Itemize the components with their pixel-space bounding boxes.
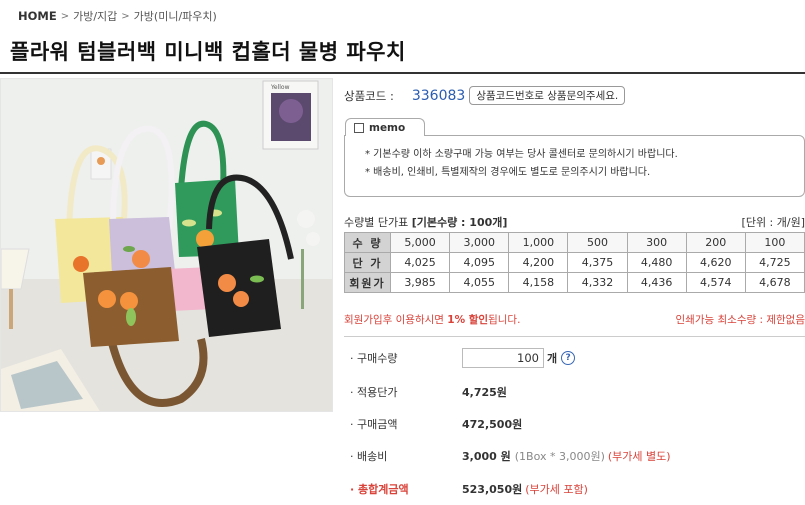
table-cell: 100: [744, 232, 805, 253]
memo-line: * 기본수량 이하 소량구매 가능 여부는 당사 콜센터로 문의하시기 바랍니다…: [365, 149, 678, 160]
member-discount-suffix: 됩니다.: [488, 314, 521, 326]
product-photo: Yellow: [1, 79, 332, 411]
breadcrumb-subcategory[interactable]: 가방(미니/파우치): [134, 8, 217, 24]
table-cell: 4,158: [508, 272, 569, 293]
table-cell: 4,574: [685, 272, 746, 293]
product-image: Yellow: [0, 78, 333, 412]
frame-card-text: Yellow: [270, 84, 290, 91]
memo-line: * 배송비, 인쇄비, 특별제작의 경우에도 별도로 문의주시기 바랍니다.: [365, 167, 651, 178]
memo-tab: memo: [345, 118, 425, 136]
table-cell: 4,436: [626, 272, 687, 293]
chevron-right-icon: >: [60, 10, 70, 22]
table-cell: 4,480: [626, 252, 687, 273]
shipping-detail: (1Box * 3,000원): [514, 450, 605, 463]
table-cell: 300: [626, 232, 687, 253]
total-label: · 총합계금액: [350, 483, 409, 496]
shipping-label: · 배송비: [350, 450, 388, 463]
memo-tab-label: memo: [369, 121, 406, 134]
memo-icon: [354, 122, 364, 133]
product-code-row: 상품코드 : 336083 상품코드번호로 상품문의주세요.: [344, 86, 626, 105]
shipping-vat-note: (부가세 별도): [607, 450, 671, 463]
table-cell: 4,725: [744, 252, 805, 273]
price-table-header: 수량별 단가표 [기본수량 : 100개] [단위 : 개/원]: [344, 214, 805, 230]
unit-price-label: · 적용단가: [350, 386, 398, 399]
total-vat-note: (부가세 포함): [525, 483, 588, 496]
quantity-input[interactable]: [462, 348, 544, 368]
row-header: 회원가: [344, 272, 391, 293]
chevron-right-icon: >: [121, 10, 130, 22]
table-cell: 4,095: [449, 252, 510, 273]
amount-row: · 구매금액 472,500원: [344, 416, 805, 432]
member-discount-prefix: 회원가입후 이용하시면: [344, 314, 448, 326]
price-table: 수 량 5,000 3,000 1,000 500 300 200 100 단 …: [344, 232, 805, 293]
price-table-title: 수량별 단가표 [기본수량 : 100개]: [344, 214, 507, 230]
table-cell: 4,375: [567, 252, 628, 273]
table-cell: 500: [567, 232, 628, 253]
table-row: 수 량 5,000 3,000 1,000 500 300 200 100: [344, 232, 805, 253]
table-cell: 4,200: [508, 252, 569, 273]
notice-row: 회원가입후 이용하시면 1% 할인됩니다. 인쇄가능 최소수량 : 제한없음: [344, 312, 805, 327]
table-cell: 1,000: [508, 232, 569, 253]
price-table-base-qty: [기본수량 : 100개]: [411, 216, 508, 229]
product-code-hint: 상품코드번호로 상품문의주세요.: [469, 86, 626, 105]
table-cell: 4,620: [685, 252, 746, 273]
memo-box: * 기본수량 이하 소량구매 가능 여부는 당사 콜센터로 문의하시기 바랍니다…: [344, 135, 805, 197]
table-row: 회원가 3,985 4,055 4,158 4,332 4,436 4,574 …: [344, 272, 805, 293]
table-cell: 3,000: [449, 232, 510, 253]
table-row: 단 가 4,025 4,095 4,200 4,375 4,480 4,620 …: [344, 252, 805, 273]
member-discount-rate: 1% 할인: [447, 314, 489, 326]
table-cell: 3,985: [389, 272, 451, 293]
breadcrumb: HOME > 가방/지갑 > 가방(미니/파우치): [18, 8, 217, 24]
unit-price-row: · 적용단가 4,725원: [344, 384, 805, 400]
table-cell: 4,055: [449, 272, 510, 293]
row-header: 수 량: [344, 232, 391, 253]
table-cell: 4,678: [744, 272, 805, 293]
title-divider: [0, 72, 805, 74]
member-discount-note: 회원가입후 이용하시면 1% 할인됩니다.: [344, 312, 520, 327]
breadcrumb-category[interactable]: 가방/지갑: [73, 8, 117, 24]
qty-unit: 개: [547, 352, 558, 365]
table-cell: 5,000: [389, 232, 451, 253]
total-row: · 총합계금액 523,050원 (부가세 포함): [344, 481, 805, 497]
qty-label: · 구매수량: [350, 352, 398, 365]
product-code-value: 336083: [411, 87, 466, 104]
row-header: 단 가: [344, 252, 391, 273]
table-cell: 4,332: [567, 272, 628, 293]
product-code-label: 상품코드 :: [344, 88, 394, 103]
min-print-qty-note: 인쇄가능 최소수량 : 제한없음: [675, 314, 805, 326]
unit-price-value: 4,725원: [462, 386, 507, 399]
price-table-title-text: 수량별 단가표: [344, 216, 409, 229]
divider: [344, 336, 805, 337]
amount-value: 472,500원: [462, 418, 523, 431]
shipping-row: · 배송비 3,000 원 (1Box * 3,000원) (부가세 별도): [344, 448, 805, 464]
qty-row: · 구매수량 개 ?: [344, 348, 805, 368]
price-table-unit: [단위 : 개/원]: [741, 216, 805, 229]
table-cell: 4,025: [389, 252, 451, 273]
help-icon[interactable]: ?: [561, 351, 576, 365]
breadcrumb-home[interactable]: HOME: [18, 9, 57, 23]
total-value: 523,050원: [462, 483, 523, 496]
shipping-value: 3,000 원: [462, 450, 511, 463]
table-cell: 200: [685, 232, 746, 253]
page-title: 플라워 텀블러백 미니백 컵홀더 물병 파우치: [10, 40, 406, 64]
amount-label: · 구매금액: [350, 418, 398, 431]
